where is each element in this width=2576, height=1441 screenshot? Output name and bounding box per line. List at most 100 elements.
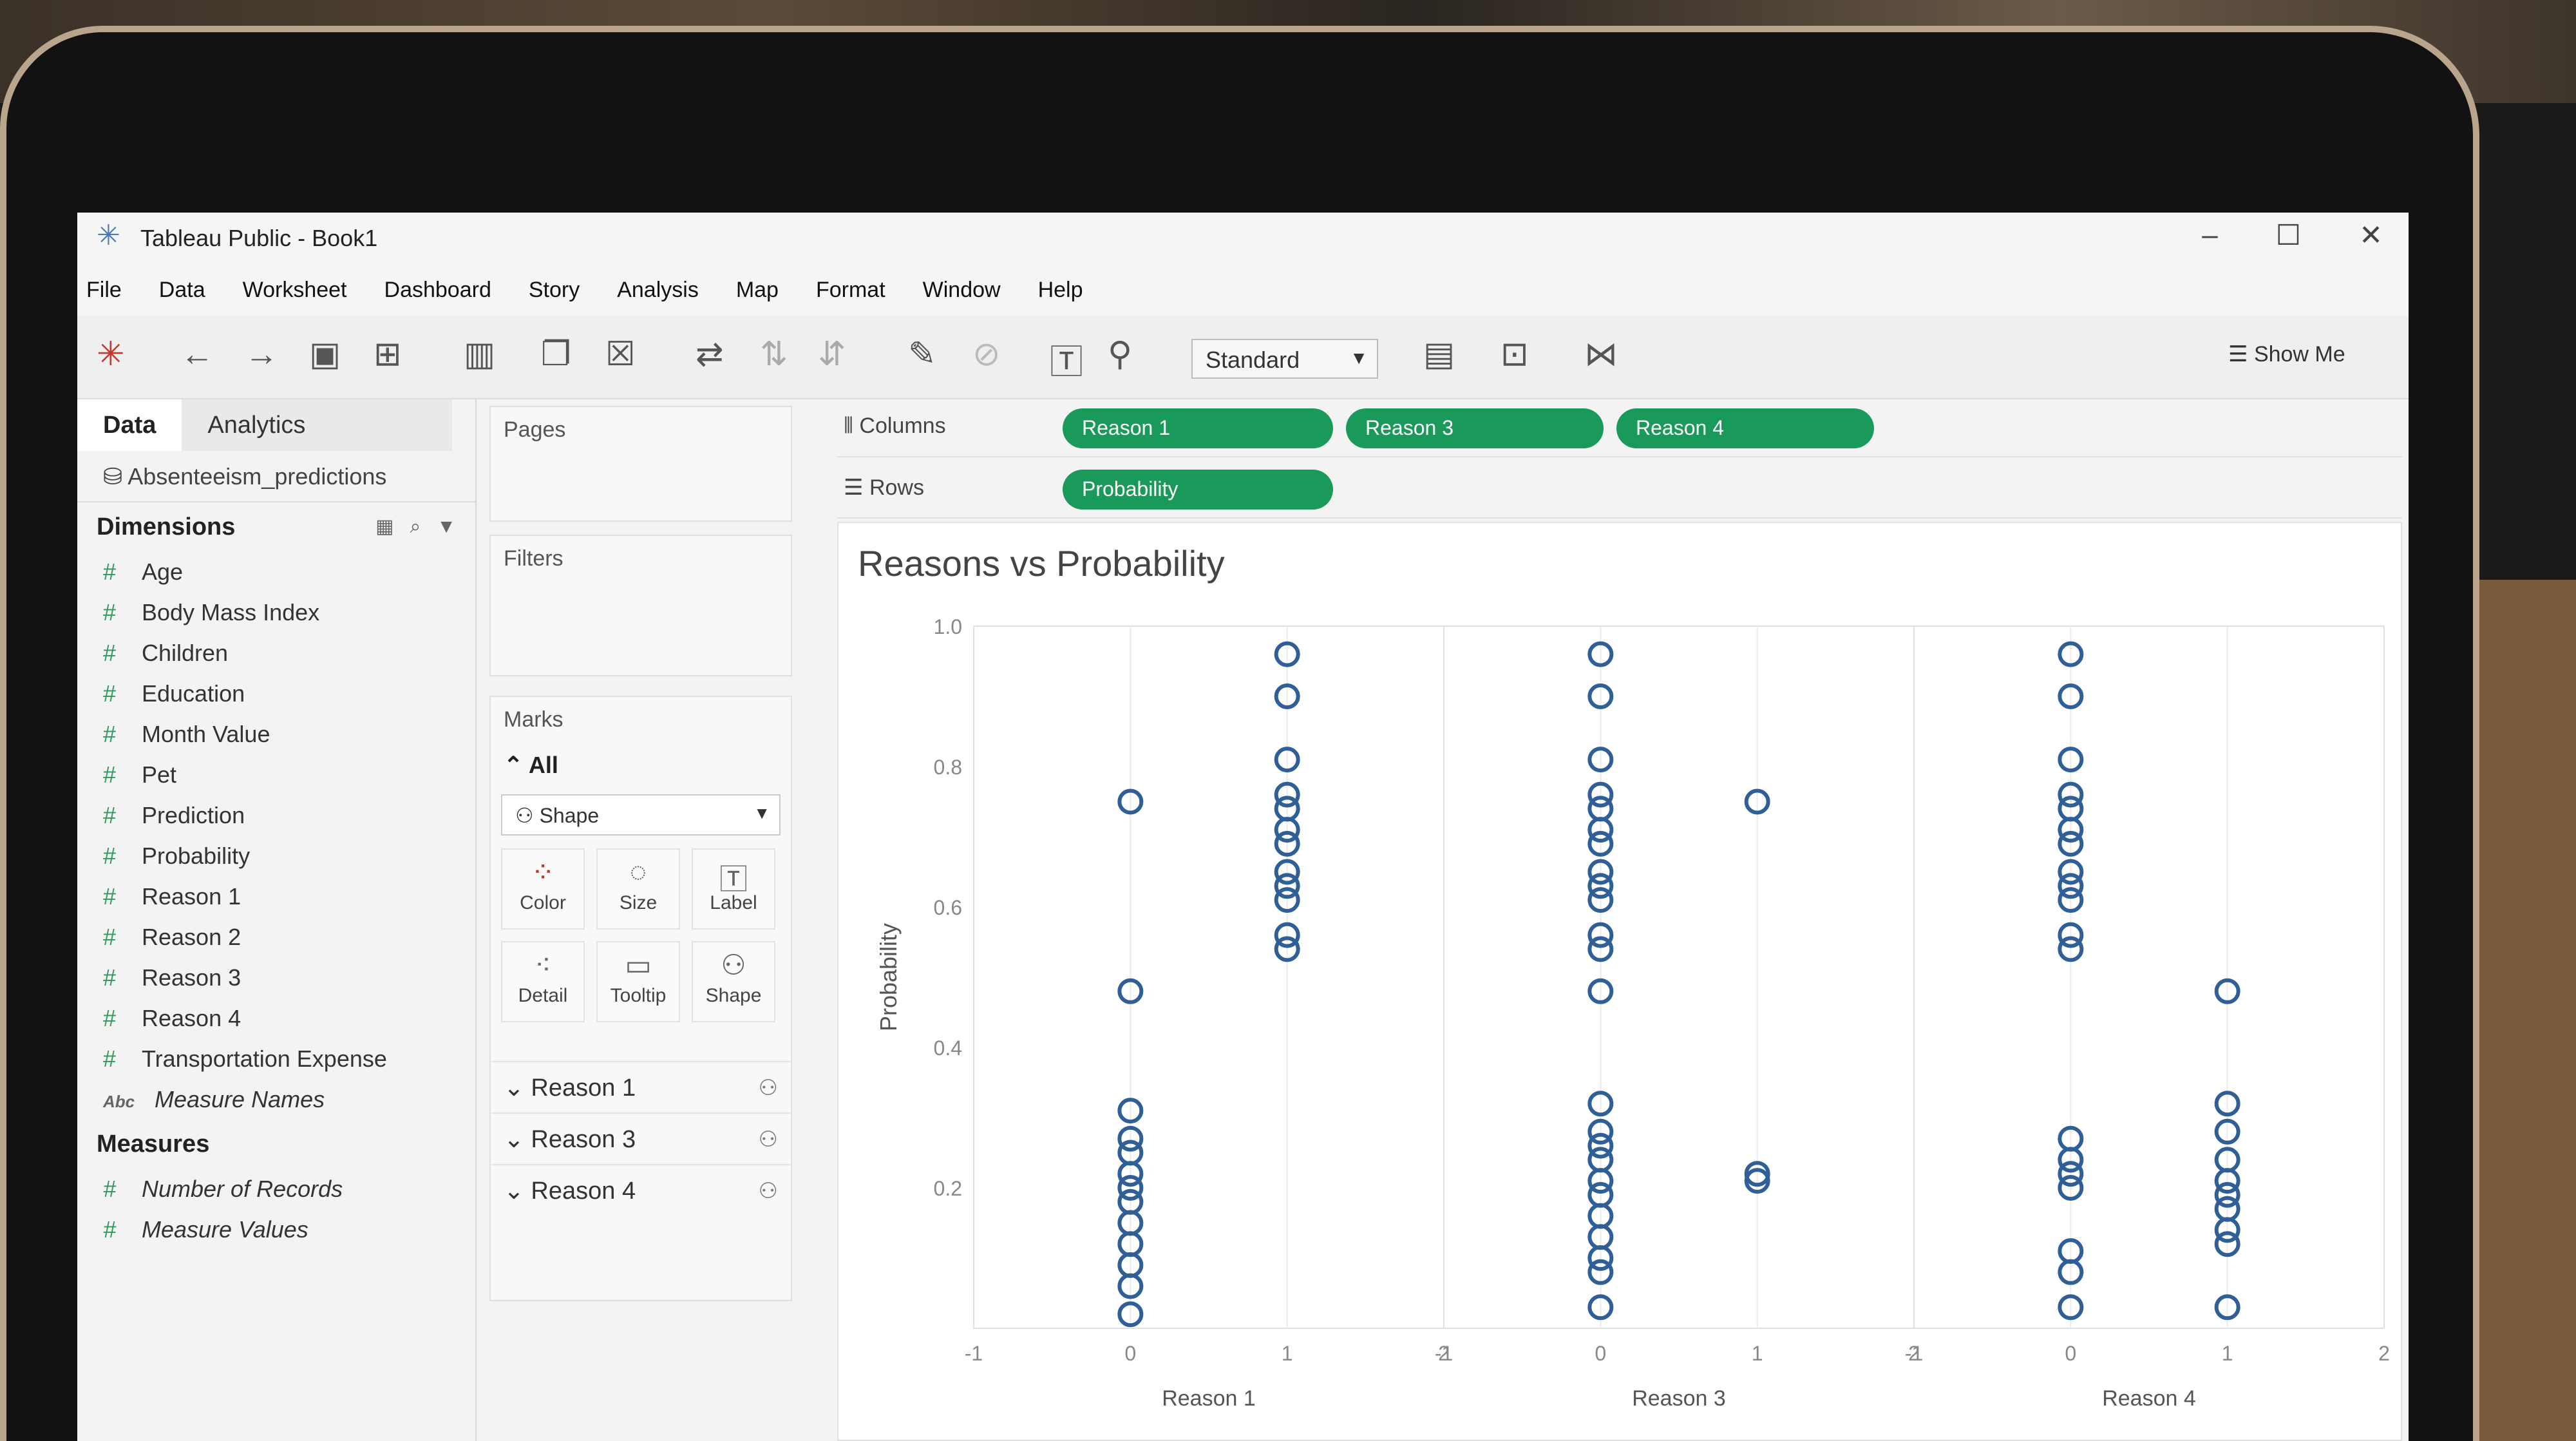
database-icon: ⛁ [103, 463, 128, 490]
marks-buttons: ⁘ Color ◌ Size 🅃 Label ⁖ Detail ▭ Tooltip ⚇ Sh… [491, 842, 791, 1029]
data-pane: Data Analytics ⛁ Absenteeism_predictions… [77, 399, 477, 1441]
field-pet[interactable]: # Pet [77, 754, 475, 795]
minimize-button[interactable]: – [2202, 219, 2217, 252]
field-transportation-expense[interactable]: # Transportation Expense [77, 1038, 475, 1079]
group-icon[interactable]: ⊘ [972, 335, 1001, 374]
chevron-down-icon: ⌄ [504, 1074, 531, 1102]
show-me-button[interactable]: ☰ Show Me [2228, 341, 2345, 367]
pin-axes-icon[interactable]: ⚲ [1108, 335, 1132, 374]
menu-help[interactable]: Help [1038, 278, 1083, 303]
presentation-icon[interactable]: ⊡ [1501, 335, 1529, 374]
share-icon[interactable]: ⋈ [1584, 335, 1618, 374]
field-probability[interactable]: # Probability [77, 835, 475, 876]
field-number-of-records[interactable]: # Number of Records [77, 1169, 475, 1209]
title-bar: Tableau Public - Book1 – ☐ ✕ [77, 213, 2409, 264]
duplicate-sheet-icon[interactable]: ❐ [541, 335, 571, 374]
menu-window[interactable]: Window [923, 278, 1001, 303]
column-pill-reason-4[interactable]: Reason 4 [1616, 408, 1874, 448]
field-reason-3[interactable]: # Reason 3 [77, 957, 475, 998]
rows-shelf[interactable]: ☰ Rows Probability [837, 461, 2402, 519]
maximize-button[interactable]: ☐ [2276, 219, 2301, 252]
field-education[interactable]: # Education [77, 673, 475, 714]
field-body-mass-index[interactable]: # Body Mass Index [77, 592, 475, 633]
field-children[interactable]: # Children [77, 633, 475, 673]
shape-icon: ⚇ [515, 804, 540, 827]
x-tick-label-0-2: 1 [1282, 1342, 1293, 1365]
x-axis-label-2: Reason 4 [2102, 1386, 2196, 1411]
x-tick-label-2-0: -1 [1905, 1342, 1923, 1365]
columns-label: ⦀ Columns [844, 414, 946, 438]
panel-frame-0 [973, 625, 1444, 1329]
field-reason-1[interactable]: # Reason 1 [77, 876, 475, 917]
field-reason-2[interactable]: # Reason 2 [77, 917, 475, 957]
tooltip-button[interactable]: ▭ Tooltip [596, 941, 680, 1022]
bar-chart-icon: ☰ [2228, 342, 2254, 367]
field-age[interactable]: # Age [77, 551, 475, 592]
field-measure-names[interactable]: Abc Measure Names [77, 1079, 475, 1120]
field-prediction[interactable]: # Prediction [77, 795, 475, 835]
detail-button[interactable]: ⁖ Detail [501, 941, 585, 1022]
measures-header: Measures [97, 1131, 210, 1158]
worksheet-view: Probability 0.2 0.4 0.6 0.8 1.0 -1 0 1 2 Reason 1 -… [837, 522, 2402, 1441]
save-icon[interactable]: ▣ [309, 335, 341, 374]
new-datasource-icon[interactable]: ⊞ [374, 335, 402, 374]
redo-icon[interactable]: → [245, 335, 278, 374]
menu-format[interactable]: Format [816, 278, 886, 303]
mark-field-reason-4[interactable]: ⌄ Reason 4 ⚇ [491, 1164, 791, 1216]
close-button[interactable]: ✕ [2359, 219, 2383, 252]
mark-field-reason-1[interactable]: ⌄ Reason 1 ⚇ [491, 1061, 791, 1112]
marks-title: Marks [504, 707, 564, 732]
column-pill-reason-3[interactable]: Reason 3 [1346, 408, 1604, 448]
search-icon[interactable]: ⌕ [410, 516, 421, 537]
mark-field-reason-3[interactable]: ⌄ Reason 3 ⚇ [491, 1112, 791, 1164]
panel-frame-1 [1443, 625, 1915, 1329]
shape-icon: ⚇ [758, 1179, 778, 1203]
tab-analytics[interactable]: Analytics [182, 399, 453, 451]
column-pill-reason-1[interactable]: Reason 1 [1063, 408, 1333, 448]
swap-rows-columns-icon[interactable]: ⇄ [696, 335, 724, 374]
field-measure-values[interactable]: # Measure Values [77, 1209, 475, 1250]
number-icon: # [103, 1176, 117, 1202]
sort-descending-icon[interactable]: ⇵ [818, 335, 846, 374]
row-pill-probability[interactable]: Probability [1063, 470, 1333, 510]
datasource-item[interactable]: ⛁ Absenteeism_predictions [77, 451, 475, 502]
color-icon: ⁘ [531, 857, 555, 888]
menu-data[interactable]: Data [159, 278, 205, 303]
menu-worksheet[interactable]: Worksheet [243, 278, 347, 303]
fit-dropdown[interactable]: Standard ▼ [1191, 339, 1378, 379]
view-data-icon[interactable]: ▦ [375, 516, 393, 537]
show-cards-icon[interactable]: ▤ [1423, 335, 1455, 374]
filters-card[interactable]: Filters [489, 535, 792, 676]
undo-icon[interactable]: ← [180, 335, 214, 374]
menu-analysis[interactable]: Analysis [617, 278, 699, 303]
menu-map[interactable]: Map [736, 278, 779, 303]
shape-button[interactable]: ⚇ Shape [692, 941, 775, 1022]
desk-surface [2467, 580, 2576, 1441]
menu-dashboard[interactable]: Dashboard [384, 278, 491, 303]
menu-story[interactable]: Story [529, 278, 580, 303]
pages-card[interactable]: Pages [489, 406, 792, 522]
columns-shelf[interactable]: ⦀ Columns Reason 1 Reason 3 Reason 4 [837, 399, 2402, 457]
number-icon: # [103, 558, 117, 585]
field-month-value[interactable]: # Month Value [77, 714, 475, 754]
highlight-icon[interactable]: ✎ [908, 335, 936, 374]
mark-type-dropdown[interactable]: ⚇ Shape ▼ [501, 794, 781, 835]
number-icon: # [103, 761, 117, 788]
color-button[interactable]: ⁘ Color [501, 848, 585, 930]
new-worksheet-icon[interactable]: ▥ [464, 335, 495, 374]
marks-all-row[interactable]: ⌃ All [491, 743, 791, 788]
show-labels-icon[interactable]: 🅃 [1050, 335, 1083, 383]
field-reason-4[interactable]: # Reason 4 [77, 998, 475, 1038]
menu-file[interactable]: File [86, 278, 122, 303]
label-button[interactable]: 🅃 Label [692, 848, 775, 930]
clear-sheet-icon[interactable]: ☒ [605, 335, 636, 374]
chevron-down-icon[interactable]: ▼ [437, 516, 456, 537]
size-button[interactable]: ◌ Size [596, 848, 680, 930]
x-axis-label-1: Reason 3 [1632, 1386, 1726, 1411]
tableau-home-icon[interactable]: ✳ [97, 335, 125, 374]
tab-data[interactable]: Data [77, 399, 182, 451]
scatter-plot: Probability 0.2 0.4 0.6 0.8 1.0 -1 0 1 2 Reason 1 -… [875, 615, 2390, 1411]
y-axis-label: Probability [875, 923, 902, 1031]
y-tick-label-4: 1.0 [934, 615, 962, 638]
sort-ascending-icon[interactable]: ⇅ [760, 335, 788, 374]
